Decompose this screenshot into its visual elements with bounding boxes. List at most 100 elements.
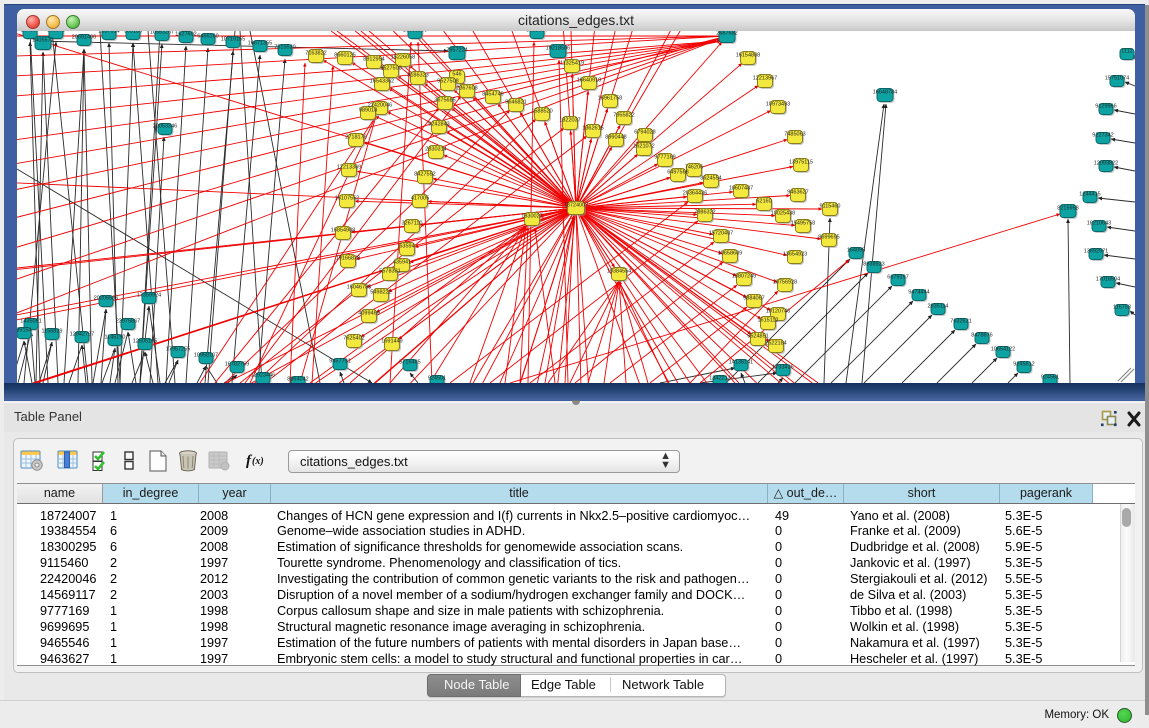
svg-text:53594: 53594	[399, 244, 414, 250]
svg-text:16154808: 16154808	[736, 53, 760, 59]
svg-text:6794028: 6794028	[634, 130, 655, 136]
svg-text:164095: 164095	[847, 248, 865, 254]
svg-text:20206536: 20206536	[94, 296, 118, 302]
svg-text:1588520: 1588520	[531, 109, 552, 115]
svg-text:8454749: 8454749	[482, 92, 503, 98]
svg-text:16046788: 16046788	[347, 285, 371, 291]
svg-text:1733426: 1733426	[772, 365, 793, 371]
svg-text:15751074: 15751074	[1105, 76, 1129, 82]
svg-text:9242843: 9242843	[428, 122, 449, 128]
svg-text:546: 546	[452, 72, 461, 78]
svg-text:7986322: 7986322	[694, 210, 715, 216]
svg-text:9699695: 9699695	[818, 235, 839, 241]
svg-text:7955822: 7955822	[613, 113, 634, 119]
svg-text:18724007: 18724007	[564, 203, 588, 209]
svg-text:8990448: 8990448	[605, 135, 626, 141]
svg-text:17957255: 17957255	[166, 347, 190, 353]
svg-text:8813054: 8813054	[526, 31, 547, 34]
svg-text:16210643: 16210643	[1087, 221, 1111, 227]
svg-text:9245612: 9245612	[1013, 362, 1034, 368]
svg-text:8912954: 8912954	[363, 57, 384, 63]
svg-text:13654923: 13654923	[783, 252, 807, 258]
svg-text:2367608: 2367608	[456, 86, 477, 92]
svg-text:17359924: 17359924	[137, 293, 161, 299]
svg-text:8964042: 8964042	[287, 377, 308, 383]
svg-text:19218506: 19218506	[546, 46, 570, 52]
svg-text:10973493: 10973493	[766, 102, 790, 108]
svg-text:9474444: 9474444	[908, 290, 929, 296]
svg-text:417005: 417005	[411, 196, 429, 202]
svg-text:8186323: 8186323	[407, 73, 428, 79]
svg-text:10025438: 10025438	[771, 211, 795, 217]
svg-text:16033809: 16033809	[403, 31, 427, 34]
svg-text:5498222: 5498222	[370, 290, 391, 296]
svg-text:5716485: 5716485	[399, 360, 420, 366]
svg-text:7632621: 7632621	[950, 319, 971, 325]
svg-text:62160: 62160	[756, 199, 771, 205]
svg-text:10719155: 10719155	[221, 37, 245, 43]
svg-text:18807249: 18807249	[732, 274, 756, 280]
svg-text:16671355: 16671355	[248, 41, 272, 47]
svg-text:1112: 1112	[1121, 49, 1132, 55]
svg-text:7163822: 7163822	[305, 51, 326, 57]
svg-text:16854908: 16854908	[331, 228, 355, 234]
svg-text:23975867: 23975867	[116, 319, 140, 325]
svg-text:3267110: 3267110	[401, 221, 422, 227]
svg-text:8660125: 8660125	[334, 53, 355, 59]
svg-text:264957: 264957	[21, 31, 39, 34]
svg-text:19166829: 19166829	[336, 256, 360, 262]
svg-text:14136141: 14136141	[729, 360, 753, 366]
svg-text:9227342: 9227342	[1092, 133, 1113, 139]
svg-text:20364436: 20364436	[683, 191, 707, 197]
svg-text:15720407: 15720407	[709, 231, 733, 237]
svg-text:8215958: 8215958	[1057, 206, 1078, 212]
svg-text:1435061: 1435061	[20, 319, 41, 325]
svg-text:989018: 989018	[359, 108, 377, 114]
svg-text:1822037: 1822037	[559, 118, 580, 124]
svg-text:4099469: 4099469	[358, 311, 379, 317]
svg-text:9777169: 9777169	[654, 155, 675, 161]
svg-text:10607487: 10607487	[729, 186, 753, 192]
svg-text:16543362: 16543362	[370, 79, 394, 85]
svg-text:7515520: 7515520	[274, 45, 295, 51]
svg-text:9463627: 9463627	[787, 190, 808, 196]
svg-text:10958107: 10958107	[194, 353, 218, 359]
svg-text:18640910: 18640910	[577, 78, 601, 84]
svg-text:7485063: 7485063	[784, 132, 805, 138]
svg-text:2687682: 2687682	[716, 31, 737, 37]
svg-text:1691449: 1691449	[381, 339, 402, 345]
svg-text:1830027: 1830027	[521, 214, 542, 220]
svg-text:13692971: 13692971	[1084, 249, 1108, 255]
svg-text:12923446: 12923446	[251, 373, 275, 379]
svg-text:17016504: 17016504	[1096, 277, 1120, 283]
svg-text:13975115: 13975115	[789, 160, 813, 166]
svg-text:12942737: 12942737	[70, 332, 94, 338]
svg-text:8938923: 8938923	[863, 262, 884, 268]
svg-text:1621072: 1621072	[633, 144, 654, 150]
svg-text:12213369: 12213369	[337, 165, 361, 171]
svg-text:2522184: 2522184	[765, 341, 786, 347]
svg-text:8427552: 8427552	[414, 172, 435, 178]
svg-text:9884067: 9884067	[743, 296, 764, 302]
svg-text:1342213: 1342213	[709, 376, 730, 382]
svg-text:2830314: 2830314	[425, 147, 446, 153]
svg-text:1615112: 1615112	[757, 318, 778, 324]
svg-text:39154: 39154	[17, 328, 32, 334]
svg-text:10658609: 10658609	[718, 251, 742, 257]
svg-text:905573: 905573	[47, 31, 65, 34]
svg-text:9646821: 9646821	[505, 100, 526, 106]
svg-text:5578331: 5578331	[379, 269, 400, 275]
svg-text:2935114: 2935114	[927, 304, 948, 310]
svg-text:1156829: 1156829	[41, 329, 62, 335]
svg-text:924501: 924501	[428, 376, 446, 382]
svg-text:16961758: 16961758	[598, 96, 622, 102]
svg-text:15226058: 15226058	[391, 55, 415, 61]
svg-text:9129966: 9129966	[1095, 104, 1116, 110]
svg-text:16782759: 16782759	[225, 362, 249, 368]
svg-text:1145190: 1145190	[104, 335, 125, 341]
svg-text:1362615: 1362615	[582, 126, 603, 132]
svg-text:(x): (x)	[252, 456, 264, 467]
svg-text:16107552: 16107552	[335, 196, 359, 202]
svg-text:10553267: 10553267	[150, 31, 174, 36]
svg-text:3675685: 3675685	[434, 98, 455, 104]
